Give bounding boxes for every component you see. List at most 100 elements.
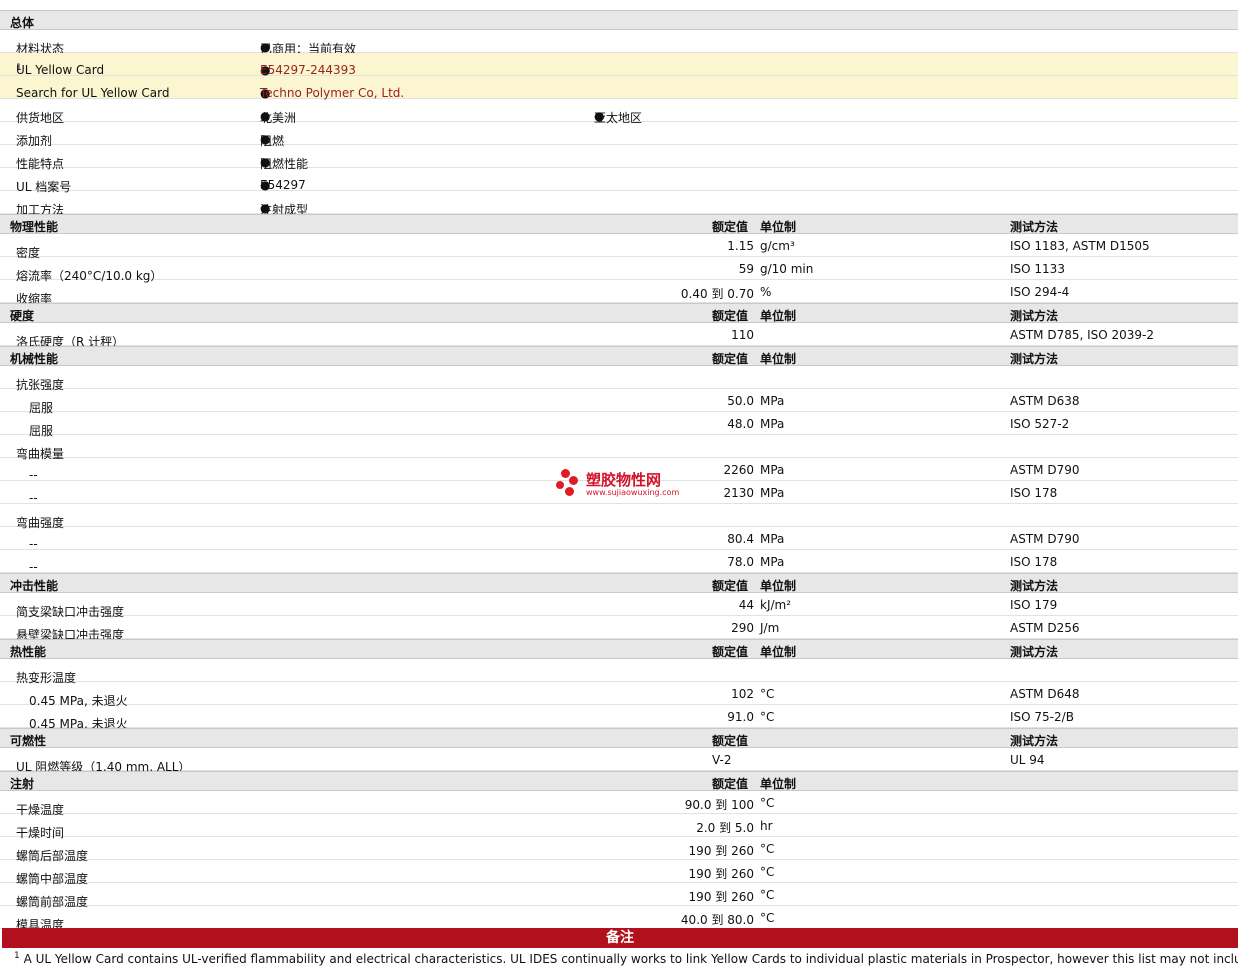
unit: MPa (760, 394, 785, 408)
unit: kJ/m² (760, 598, 792, 612)
nominal-value: 110 (731, 328, 754, 342)
notes-header: 备注 (2, 928, 1238, 948)
header-value: 额定值 (712, 734, 749, 748)
section-title: 热性能 (10, 645, 47, 659)
test-method: ASTM D790 (1010, 463, 1080, 477)
footnote-marker: 1 (14, 951, 20, 961)
table-row: 0.45 MPa, 未退火 102 °C ASTM D648 (0, 682, 1238, 708)
test-method: ISO 1183, ASTM D1505 (1010, 239, 1150, 253)
test-method: ISO 178 (1010, 486, 1058, 500)
table-row: 悬壁梁缺口冲击强度 290 J/m ASTM D256 (0, 616, 1238, 642)
watermark-name: 塑胶物性网 (586, 471, 662, 489)
footnote-ref[interactable]: 1 (16, 63, 22, 73)
property-label: -- (29, 491, 38, 505)
unit: °C (760, 842, 775, 856)
nominal-value: V-2 (712, 753, 732, 767)
section-header: 物理性能 额定值 单位制 测试方法 (0, 214, 1238, 234)
table-row: 抗张强度 (0, 366, 1238, 392)
header-unit: 单位制 (760, 309, 797, 323)
table-row: 密度 1.15 g/cm³ ISO 1183, ASTM D1505 (0, 234, 1238, 260)
test-method: ASTM D790 (1010, 532, 1080, 546)
table-row: 加工方法 ● 注射成型 (0, 191, 1238, 217)
bullet-text: E54297 (260, 178, 306, 192)
bullet-text[interactable]: E54297-244393 (260, 63, 356, 77)
section-header: 冲击性能 额定值 单位制 测试方法 (0, 573, 1238, 593)
section-header: 热性能 额定值 单位制 测试方法 (0, 639, 1238, 659)
property-label: Search for UL Yellow Card (16, 86, 170, 100)
table-row: 简支梁缺口冲击强度 44 kJ/m² ISO 179 (0, 593, 1238, 619)
test-method: ASTM D256 (1010, 621, 1080, 635)
table-row: 添加剂 ● 阻燃 (0, 122, 1238, 148)
section-header: 注射 额定值 单位制 (0, 771, 1238, 791)
table-row: 干燥时间 2.0 到 5.0 hr (0, 814, 1238, 840)
unit: MPa (760, 463, 785, 477)
nominal-value: 90.0 到 100 (684, 798, 754, 812)
section-header: 机械性能 额定值 单位制 测试方法 (0, 346, 1238, 366)
unit: °C (760, 687, 775, 701)
nominal-value: 0.40 到 0.70 (680, 287, 754, 301)
header-value: 额定值 (712, 777, 749, 791)
header-value: 额定值 (712, 220, 749, 234)
unit: g/cm³ (760, 239, 795, 253)
header-test: 测试方法 (1010, 579, 1059, 593)
section-title: 注射 (10, 777, 35, 791)
table-row: 材料状态 ● 已商用：当前有效 (0, 30, 1238, 56)
footnote-text: A UL Yellow Card contains UL-verified fl… (23, 952, 1238, 966)
test-method: ISO 75-2/B (1010, 710, 1074, 724)
nominal-value: 190 到 260 (688, 890, 754, 904)
section-header: 总体 (0, 10, 1238, 30)
unit: MPa (760, 532, 785, 546)
test-method: ISO 1133 (1010, 262, 1065, 276)
nominal-value: 2.0 到 5.0 (696, 821, 754, 835)
table-row: UL 阻燃等级（1.40 mm, ALL） V-2 UL 94 (0, 748, 1238, 774)
test-method: ASTM D785, ISO 2039-2 (1010, 328, 1155, 342)
section-title: 机械性能 (10, 352, 59, 366)
test-method: ASTM D648 (1010, 687, 1080, 701)
section-title: 可燃性 (10, 734, 47, 748)
table-row: 性能特点 ● 阻燃性能 (0, 145, 1238, 171)
test-method: ISO 527-2 (1010, 417, 1070, 431)
table-row: 模具温度 40.0 到 80.0 °C (0, 906, 1238, 932)
nominal-value: 102 (731, 687, 754, 701)
section-header: 硬度 额定值 单位制 测试方法 (0, 303, 1238, 323)
bullet-text[interactable]: Techno Polymer Co, Ltd. (260, 86, 404, 100)
table-row: UL Yellow Card 1 ● E54297-244393 (0, 53, 1238, 77)
header-test: 测试方法 (1010, 734, 1059, 748)
unit: MPa (760, 417, 785, 431)
header-test: 测试方法 (1010, 309, 1059, 323)
section-title: 硬度 (10, 309, 35, 323)
table-row: 洛氏硬度（R 计秤） 110 ASTM D785, ISO 2039-2 (0, 323, 1238, 349)
nominal-value: 48.0 (727, 417, 754, 431)
property-label: -- (29, 468, 38, 482)
test-method: ISO 178 (1010, 555, 1058, 569)
header-value: 额定值 (712, 645, 749, 659)
table-row: 螺筒后部温度 190 到 260 °C (0, 837, 1238, 863)
nominal-value: 78.0 (727, 555, 754, 569)
nominal-value: 290 (731, 621, 754, 635)
unit: °C (760, 710, 775, 724)
table-row: -- 80.4 MPa ASTM D790 (0, 527, 1238, 551)
unit: °C (760, 796, 775, 810)
unit: g/10 min (760, 262, 814, 276)
section-header: 可燃性 额定值 测试方法 (0, 728, 1238, 748)
nominal-value: 1.15 (727, 239, 754, 253)
test-method: ISO 294-4 (1010, 285, 1070, 299)
header-test: 测试方法 (1010, 645, 1059, 659)
nominal-value: 190 到 260 (688, 867, 754, 881)
property-label: UL Yellow Card (16, 63, 105, 77)
table-row: 收缩率 0.40 到 0.70% ISO 294-4 (0, 280, 1238, 306)
nominal-value: 40.0 到 80.0 (680, 913, 754, 927)
nominal-value: 91.0 (727, 710, 754, 724)
header-unit: 单位制 (760, 645, 797, 659)
unit: MPa (760, 486, 785, 500)
unit: MPa (760, 555, 785, 569)
header-value: 额定值 (712, 309, 749, 323)
table-row: 弯曲强度 (0, 504, 1238, 530)
section-title: 冲击性能 (10, 579, 59, 593)
header-value: 额定值 (712, 352, 749, 366)
header-value: 额定值 (712, 579, 749, 593)
footnote: 1 A UL Yellow Card contains UL-verified … (14, 951, 1238, 966)
unit: °C (760, 911, 775, 925)
property-label: -- (29, 537, 38, 551)
nominal-value: 190 到 260 (688, 844, 754, 858)
